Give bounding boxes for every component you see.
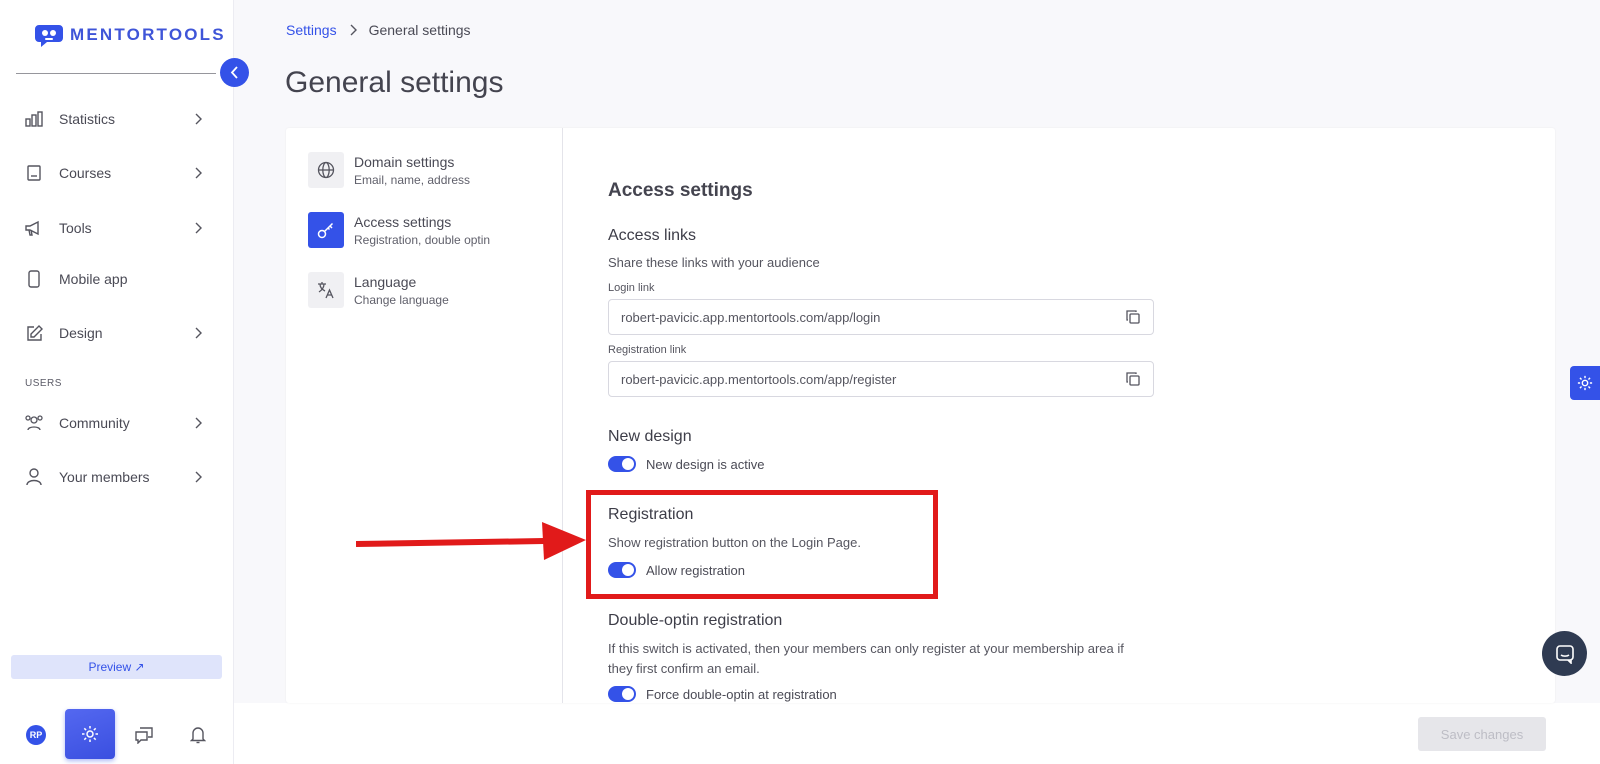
gear-icon — [82, 726, 98, 742]
registration-link-label: Registration link — [608, 344, 687, 356]
settings-nav-icon-box — [308, 152, 344, 188]
copy-icon[interactable] — [1125, 371, 1141, 387]
settings-nav-icon-box — [308, 272, 344, 308]
new-design-toggle-label: New design is active — [646, 456, 765, 472]
person-icon — [24, 467, 44, 487]
access-links-title: Access links — [608, 227, 697, 244]
brand-name: MENTORTOOLS — [70, 25, 226, 44]
login-link-value: robert-pavicic.app.mentortools.com/app/l… — [621, 309, 881, 325]
side-settings-button[interactable] — [1570, 366, 1600, 400]
breadcrumb: Settings General settings — [286, 22, 471, 38]
new-design-toggle[interactable] — [608, 456, 636, 472]
megaphone-icon — [24, 218, 44, 238]
sidebar-item-tools[interactable]: Tools — [24, 213, 206, 243]
key-icon — [317, 222, 334, 239]
section-title: Access settings — [608, 180, 753, 201]
sidebar-item-label: Mobile app — [59, 271, 128, 287]
footer-bar — [234, 703, 1600, 764]
sidebar-item-label: Community — [59, 415, 130, 431]
chat-icon — [1555, 644, 1574, 664]
sidebar-item-courses[interactable]: Courses — [24, 158, 206, 188]
bell-icon — [190, 727, 206, 744]
settings-nav-language[interactable]: Language Change language — [308, 270, 548, 310]
new-design-title: New design — [608, 428, 692, 445]
settings-button[interactable] — [65, 709, 115, 759]
phone-icon — [24, 269, 44, 289]
new-design-toggle-row: New design is active — [608, 456, 765, 472]
sidebar-item-label: Your members — [59, 469, 150, 485]
sidebar-item-mobile-app[interactable]: Mobile app — [24, 264, 206, 294]
settings-nav-domain[interactable]: Domain settings Email, name, address — [308, 150, 548, 190]
users-section-label: USERS — [25, 378, 62, 389]
brand-logo[interactable]: MENTORTOOLS — [34, 22, 226, 48]
book-icon — [24, 163, 44, 183]
breadcrumb-settings-link[interactable]: Settings — [286, 22, 337, 38]
chevron-right-icon — [194, 327, 206, 339]
settings-nav-title: Access settings — [354, 213, 452, 230]
page-title: General settings — [285, 66, 504, 99]
save-changes-button[interactable]: Save changes — [1418, 717, 1546, 751]
sidebar-item-label: Tools — [59, 220, 92, 236]
sidebar-item-community[interactable]: Community — [24, 408, 206, 438]
chevron-right-icon — [194, 222, 206, 234]
double-optin-title: Double-optin registration — [608, 612, 783, 629]
settings-nav: Domain settings Email, name, address Acc… — [286, 128, 563, 703]
access-links-description: Share these links with your audience — [608, 255, 820, 270]
breadcrumb-current: General settings — [368, 22, 471, 38]
sidebar-item-design[interactable]: Design — [24, 318, 206, 348]
double-optin-description: If this switch is activated, then your m… — [608, 641, 1124, 676]
registration-link-field[interactable]: robert-pavicic.app.mentortools.com/app/r… — [608, 361, 1154, 397]
collapse-sidebar-button[interactable] — [220, 58, 249, 87]
settings-nav-title: Domain settings — [354, 153, 455, 170]
preview-button[interactable]: Preview ↗ — [11, 655, 222, 679]
settings-card: Domain settings Email, name, address Acc… — [286, 128, 1555, 703]
people-icon — [24, 413, 44, 433]
sidebar: MENTORTOOLS Statistics Courses Tools Mob… — [0, 0, 234, 764]
double-optin-toggle-row: Force double-optin at registration — [608, 686, 837, 702]
chevron-right-icon — [194, 417, 206, 429]
settings-nav-title: Language — [354, 273, 417, 290]
sidebar-bottom-bar: RP — [0, 704, 234, 764]
bar-chart-icon — [24, 109, 44, 129]
notifications-button[interactable] — [188, 725, 208, 745]
highlight-box — [586, 490, 938, 599]
login-link-field[interactable]: robert-pavicic.app.mentortools.com/app/l… — [608, 299, 1154, 335]
chevron-right-icon — [194, 113, 206, 125]
registration-link-value: robert-pavicic.app.mentortools.com/app/r… — [621, 371, 897, 387]
sidebar-item-statistics[interactable]: Statistics — [24, 104, 206, 134]
pen-icon — [24, 323, 44, 343]
support-chat-button[interactable] — [1542, 631, 1587, 676]
settings-nav-access[interactable]: Access settings Registration, double opt… — [308, 210, 548, 250]
chevron-right-icon — [194, 167, 206, 179]
sidebar-item-label: Courses — [59, 165, 112, 181]
force-double-optin-label: Force double-optin at registration — [646, 686, 837, 702]
settings-nav-subtitle: Change language — [354, 292, 449, 307]
login-link-label: Login link — [608, 282, 655, 294]
translate-icon — [318, 282, 334, 299]
robot-logo-icon — [35, 25, 63, 47]
red-arrow-annotation — [356, 522, 586, 560]
gear-icon — [1577, 375, 1593, 391]
settings-nav-subtitle: Registration, double optin — [354, 232, 491, 247]
sidebar-item-label: Design — [59, 325, 103, 341]
sidebar-item-your-members[interactable]: Your members — [24, 462, 206, 492]
sidebar-divider — [16, 73, 216, 74]
copy-icon[interactable] — [1125, 309, 1141, 325]
messages-button[interactable] — [134, 725, 154, 745]
settings-nav-icon-box — [308, 212, 344, 248]
globe-icon — [317, 161, 335, 179]
avatar[interactable]: RP — [26, 725, 46, 745]
settings-nav-subtitle: Email, name, address — [354, 172, 471, 187]
chevron-left-icon — [230, 66, 238, 79]
chevron-right-icon — [194, 471, 206, 483]
force-double-optin-toggle[interactable] — [608, 686, 636, 702]
chevron-right-icon — [350, 24, 357, 36]
sidebar-item-label: Statistics — [59, 111, 116, 127]
chat-bubbles-icon — [135, 727, 153, 744]
